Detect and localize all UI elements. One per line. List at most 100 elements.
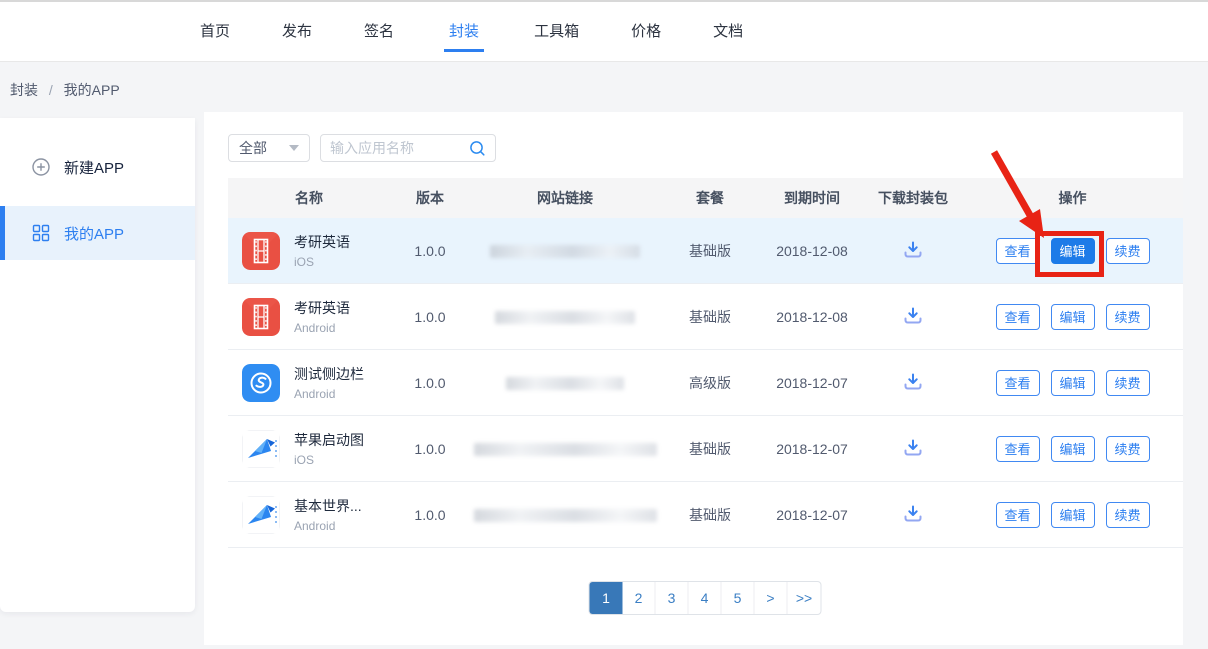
- sidebar-item-my-app[interactable]: 我的APP: [0, 206, 195, 260]
- col-header-name: 名称: [228, 188, 390, 208]
- app-platform: Android: [294, 519, 362, 533]
- sidebar-item-label: 我的APP: [64, 223, 124, 244]
- edit-button[interactable]: 编辑: [1051, 238, 1095, 264]
- app-platform: Android: [294, 387, 364, 401]
- nav-item-toolbox[interactable]: 工具箱: [532, 12, 581, 52]
- row-actions: 查看 编辑 续费: [962, 502, 1183, 528]
- col-header-actions: 操作: [962, 188, 1183, 208]
- app-expire-date: 2018-12-07: [760, 441, 864, 457]
- website-link-blurred: [495, 311, 635, 324]
- table-row: 考研英语 iOS 1.0.0 基础版 2018-12-08 查看: [228, 218, 1183, 284]
- edit-button[interactable]: 编辑: [1051, 370, 1095, 396]
- film-reel-app-icon: [242, 298, 280, 336]
- nav-item-publish[interactable]: 发布: [280, 12, 314, 52]
- table-row: 测试侧边栏 Android 1.0.0 高级版 2018-12-07 查看: [228, 350, 1183, 416]
- col-header-expire: 到期时间: [760, 188, 864, 208]
- website-link-blurred: [474, 509, 657, 522]
- app-plan: 基础版: [660, 439, 760, 459]
- website-link-blurred: [474, 443, 657, 456]
- paper-bird-app-icon: [242, 496, 280, 534]
- breadcrumb-my-app: 我的APP: [64, 82, 120, 98]
- film-reel-app-icon: [242, 232, 280, 270]
- view-button[interactable]: 查看: [996, 502, 1040, 528]
- filter-dropdown[interactable]: 全部: [228, 134, 310, 162]
- chevron-down-icon: [289, 145, 299, 151]
- breadcrumb-separator: /: [49, 82, 53, 98]
- app-plan: 基础版: [660, 241, 760, 261]
- nav-item-home[interactable]: 首页: [198, 12, 232, 52]
- sidebar-item-new-app[interactable]: 新建APP: [0, 138, 195, 196]
- view-button[interactable]: 查看: [996, 238, 1040, 264]
- page-button-4[interactable]: 4: [689, 582, 722, 614]
- col-header-download: 下载封装包: [864, 188, 962, 208]
- app-expire-date: 2018-12-07: [760, 375, 864, 391]
- app-platform: Android: [294, 321, 350, 335]
- table-row: 基本世界... Android 1.0.0 基础版 2018-12-07 查看: [228, 482, 1183, 548]
- app-name-block: 考研英语 Android: [294, 298, 350, 335]
- breadcrumb-package[interactable]: 封装: [10, 82, 38, 98]
- edit-button[interactable]: 编辑: [1051, 304, 1095, 330]
- nav-item-sign[interactable]: 签名: [362, 12, 396, 52]
- view-button[interactable]: 查看: [996, 304, 1040, 330]
- nav-item-package-active[interactable]: 封装: [444, 12, 484, 52]
- col-header-version: 版本: [390, 188, 470, 208]
- table-row: 考研英语 Android 1.0.0 基础版 2018-12-08 查看: [228, 284, 1183, 350]
- last-page-button[interactable]: >>: [788, 582, 821, 614]
- sidebar-item-label: 新建APP: [64, 157, 124, 178]
- view-button[interactable]: 查看: [996, 370, 1040, 396]
- nav-item-docs[interactable]: 文档: [711, 12, 745, 52]
- next-page-button[interactable]: >: [755, 582, 788, 614]
- table-header-row: 名称 版本 网站链接 套餐 到期时间 下载封装包 操作: [228, 178, 1183, 218]
- website-link-blurred: [490, 245, 640, 258]
- plus-circle-icon: [32, 158, 50, 176]
- app-platform: iOS: [294, 453, 364, 467]
- renew-button[interactable]: 续费: [1106, 502, 1150, 528]
- sidebar: 新建APP 我的APP: [0, 118, 195, 612]
- download-package-icon[interactable]: [902, 504, 924, 526]
- toolbar: 全部: [228, 134, 496, 162]
- app-name-block: 基本世界... Android: [294, 496, 362, 533]
- app-title: 苹果启动图: [294, 430, 364, 450]
- renew-button[interactable]: 续费: [1106, 304, 1150, 330]
- nav-item-price[interactable]: 价格: [629, 12, 663, 52]
- download-package-icon[interactable]: [902, 240, 924, 262]
- download-package-icon[interactable]: [902, 306, 924, 328]
- download-package-icon[interactable]: [902, 372, 924, 394]
- edit-button[interactable]: 编辑: [1051, 502, 1095, 528]
- app-expire-date: 2018-12-08: [760, 243, 864, 259]
- app-version: 1.0.0: [390, 243, 470, 259]
- grid-icon: [32, 224, 50, 242]
- renew-button[interactable]: 续费: [1106, 436, 1150, 462]
- paper-bird-app-icon: [242, 430, 280, 468]
- app-version: 1.0.0: [390, 375, 470, 391]
- app-plan: 高级版: [660, 373, 760, 393]
- app-version: 1.0.0: [390, 507, 470, 523]
- app-expire-date: 2018-12-08: [760, 309, 864, 325]
- app-name-cell: 测试侧边栏 Android: [228, 364, 390, 402]
- app-title: 考研英语: [294, 232, 350, 252]
- app-plan: 基础版: [660, 307, 760, 327]
- s-browser-app-icon: [242, 364, 280, 402]
- breadcrumb: 封装 / 我的APP: [10, 80, 120, 100]
- row-actions: 查看 编辑 续费: [962, 370, 1183, 396]
- search-icon[interactable]: [469, 140, 486, 157]
- app-table: 名称 版本 网站链接 套餐 到期时间 下载封装包 操作 考研英语 iOS: [228, 178, 1183, 548]
- page-button-1[interactable]: 1: [590, 582, 623, 614]
- edit-button[interactable]: 编辑: [1051, 436, 1095, 462]
- page-button-5[interactable]: 5: [722, 582, 755, 614]
- col-header-website: 网站链接: [470, 188, 660, 208]
- renew-button[interactable]: 续费: [1106, 370, 1150, 396]
- page-button-3[interactable]: 3: [656, 582, 689, 614]
- app-title: 考研英语: [294, 298, 350, 318]
- view-button[interactable]: 查看: [996, 436, 1040, 462]
- download-package-icon[interactable]: [902, 438, 924, 460]
- main-panel: 全部 名称 版本 网站链接 套餐 到期时间 下载封装包 操作: [204, 112, 1183, 645]
- table-row: 苹果启动图 iOS 1.0.0 基础版 2018-12-07 查看: [228, 416, 1183, 482]
- app-name-cell: 基本世界... Android: [228, 496, 390, 534]
- app-version: 1.0.0: [390, 441, 470, 457]
- search-input[interactable]: [330, 140, 458, 156]
- app-expire-date: 2018-12-07: [760, 507, 864, 523]
- col-header-plan: 套餐: [660, 188, 760, 208]
- page-button-2[interactable]: 2: [623, 582, 656, 614]
- renew-button[interactable]: 续费: [1106, 238, 1150, 264]
